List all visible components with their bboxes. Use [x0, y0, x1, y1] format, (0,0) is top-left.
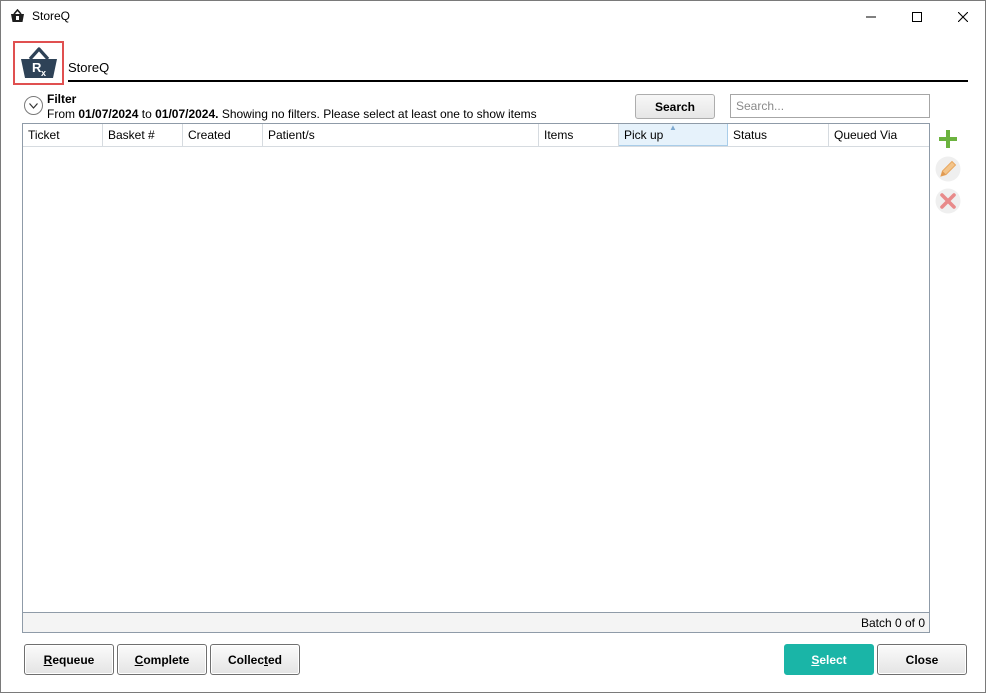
- filter-desc-prefix: From: [47, 107, 79, 121]
- column-header-pickup-label: Pick up: [624, 128, 664, 142]
- chevron-down-icon: [29, 102, 38, 109]
- add-button[interactable]: [935, 126, 961, 152]
- column-header-queued-via[interactable]: Queued Via: [829, 124, 929, 146]
- search-button[interactable]: Search: [635, 94, 715, 119]
- close-window-button[interactable]: [940, 1, 986, 32]
- select-label-mnemonic: S: [811, 652, 820, 667]
- close-label: Close: [905, 652, 939, 667]
- edit-button[interactable]: [935, 156, 961, 182]
- basket-grid[interactable]: Ticket Basket # Created Patient/s Items …: [22, 123, 930, 633]
- search-input[interactable]: [730, 94, 930, 118]
- collected-label-post: ed: [268, 652, 283, 667]
- filter-expand-button[interactable]: [24, 96, 43, 115]
- close-button[interactable]: Close: [877, 644, 967, 675]
- filter-to-date: 01/07/2024.: [155, 107, 219, 121]
- select-label-post: elect: [819, 652, 847, 667]
- app-logo: R x: [13, 41, 64, 85]
- filter-description: From 01/07/2024 to 01/07/2024. Showing n…: [47, 107, 537, 121]
- column-header-basket[interactable]: Basket #: [103, 124, 183, 146]
- complete-button[interactable]: Complete: [117, 644, 207, 675]
- plus-icon: [939, 130, 957, 148]
- heading-divider: [68, 80, 968, 82]
- filter-title: Filter: [47, 92, 77, 106]
- complete-label-mnemonic: C: [134, 652, 144, 667]
- filter-desc-to: to: [138, 107, 156, 121]
- minimize-icon: [866, 16, 876, 17]
- requeue-button[interactable]: Requeue: [24, 644, 114, 675]
- filter-desc-suffix: Showing no filters. Please select at lea…: [218, 107, 537, 121]
- title-bar: StoreQ: [1, 1, 985, 32]
- maximize-icon: [912, 11, 922, 22]
- page-title: StoreQ: [68, 60, 110, 75]
- delete-x-icon: [935, 188, 961, 214]
- filter-from-date: 01/07/2024: [78, 107, 139, 121]
- column-header-pickup[interactable]: ▲ Pick up: [619, 124, 728, 146]
- column-header-created[interactable]: Created: [183, 124, 263, 146]
- column-header-patients[interactable]: Patient/s: [263, 124, 539, 146]
- batch-counter: Batch 0 of 0: [860, 616, 925, 630]
- svg-text:x: x: [41, 68, 46, 78]
- close-icon: [958, 11, 968, 22]
- sort-ascending-icon: ▲: [669, 124, 677, 132]
- delete-button[interactable]: [935, 188, 961, 214]
- grid-header: Ticket Basket # Created Patient/s Items …: [23, 124, 929, 147]
- minimize-button[interactable]: [848, 1, 894, 32]
- collected-button[interactable]: Collec t ed: [210, 644, 300, 675]
- basket-rx-icon: R x: [21, 47, 57, 78]
- storeq-window: StoreQ R x StoreQ Filter From 01/07/2024…: [0, 0, 986, 693]
- select-button[interactable]: Select: [784, 644, 874, 675]
- requeue-label-mnemonic: R: [43, 652, 53, 667]
- column-header-ticket[interactable]: Ticket: [23, 124, 103, 146]
- column-header-status[interactable]: Status: [728, 124, 829, 146]
- grid-footer: Batch 0 of 0: [23, 612, 929, 632]
- pencil-icon: [935, 156, 961, 182]
- requeue-label-post: equeue: [52, 652, 95, 667]
- complete-label-post: omplete: [143, 652, 190, 667]
- window-title: StoreQ: [32, 9, 71, 23]
- basket-rx-icon: [11, 9, 24, 22]
- column-header-items[interactable]: Items: [539, 124, 619, 146]
- maximize-button[interactable]: [894, 1, 940, 32]
- collected-label-pre: Collec: [227, 652, 264, 667]
